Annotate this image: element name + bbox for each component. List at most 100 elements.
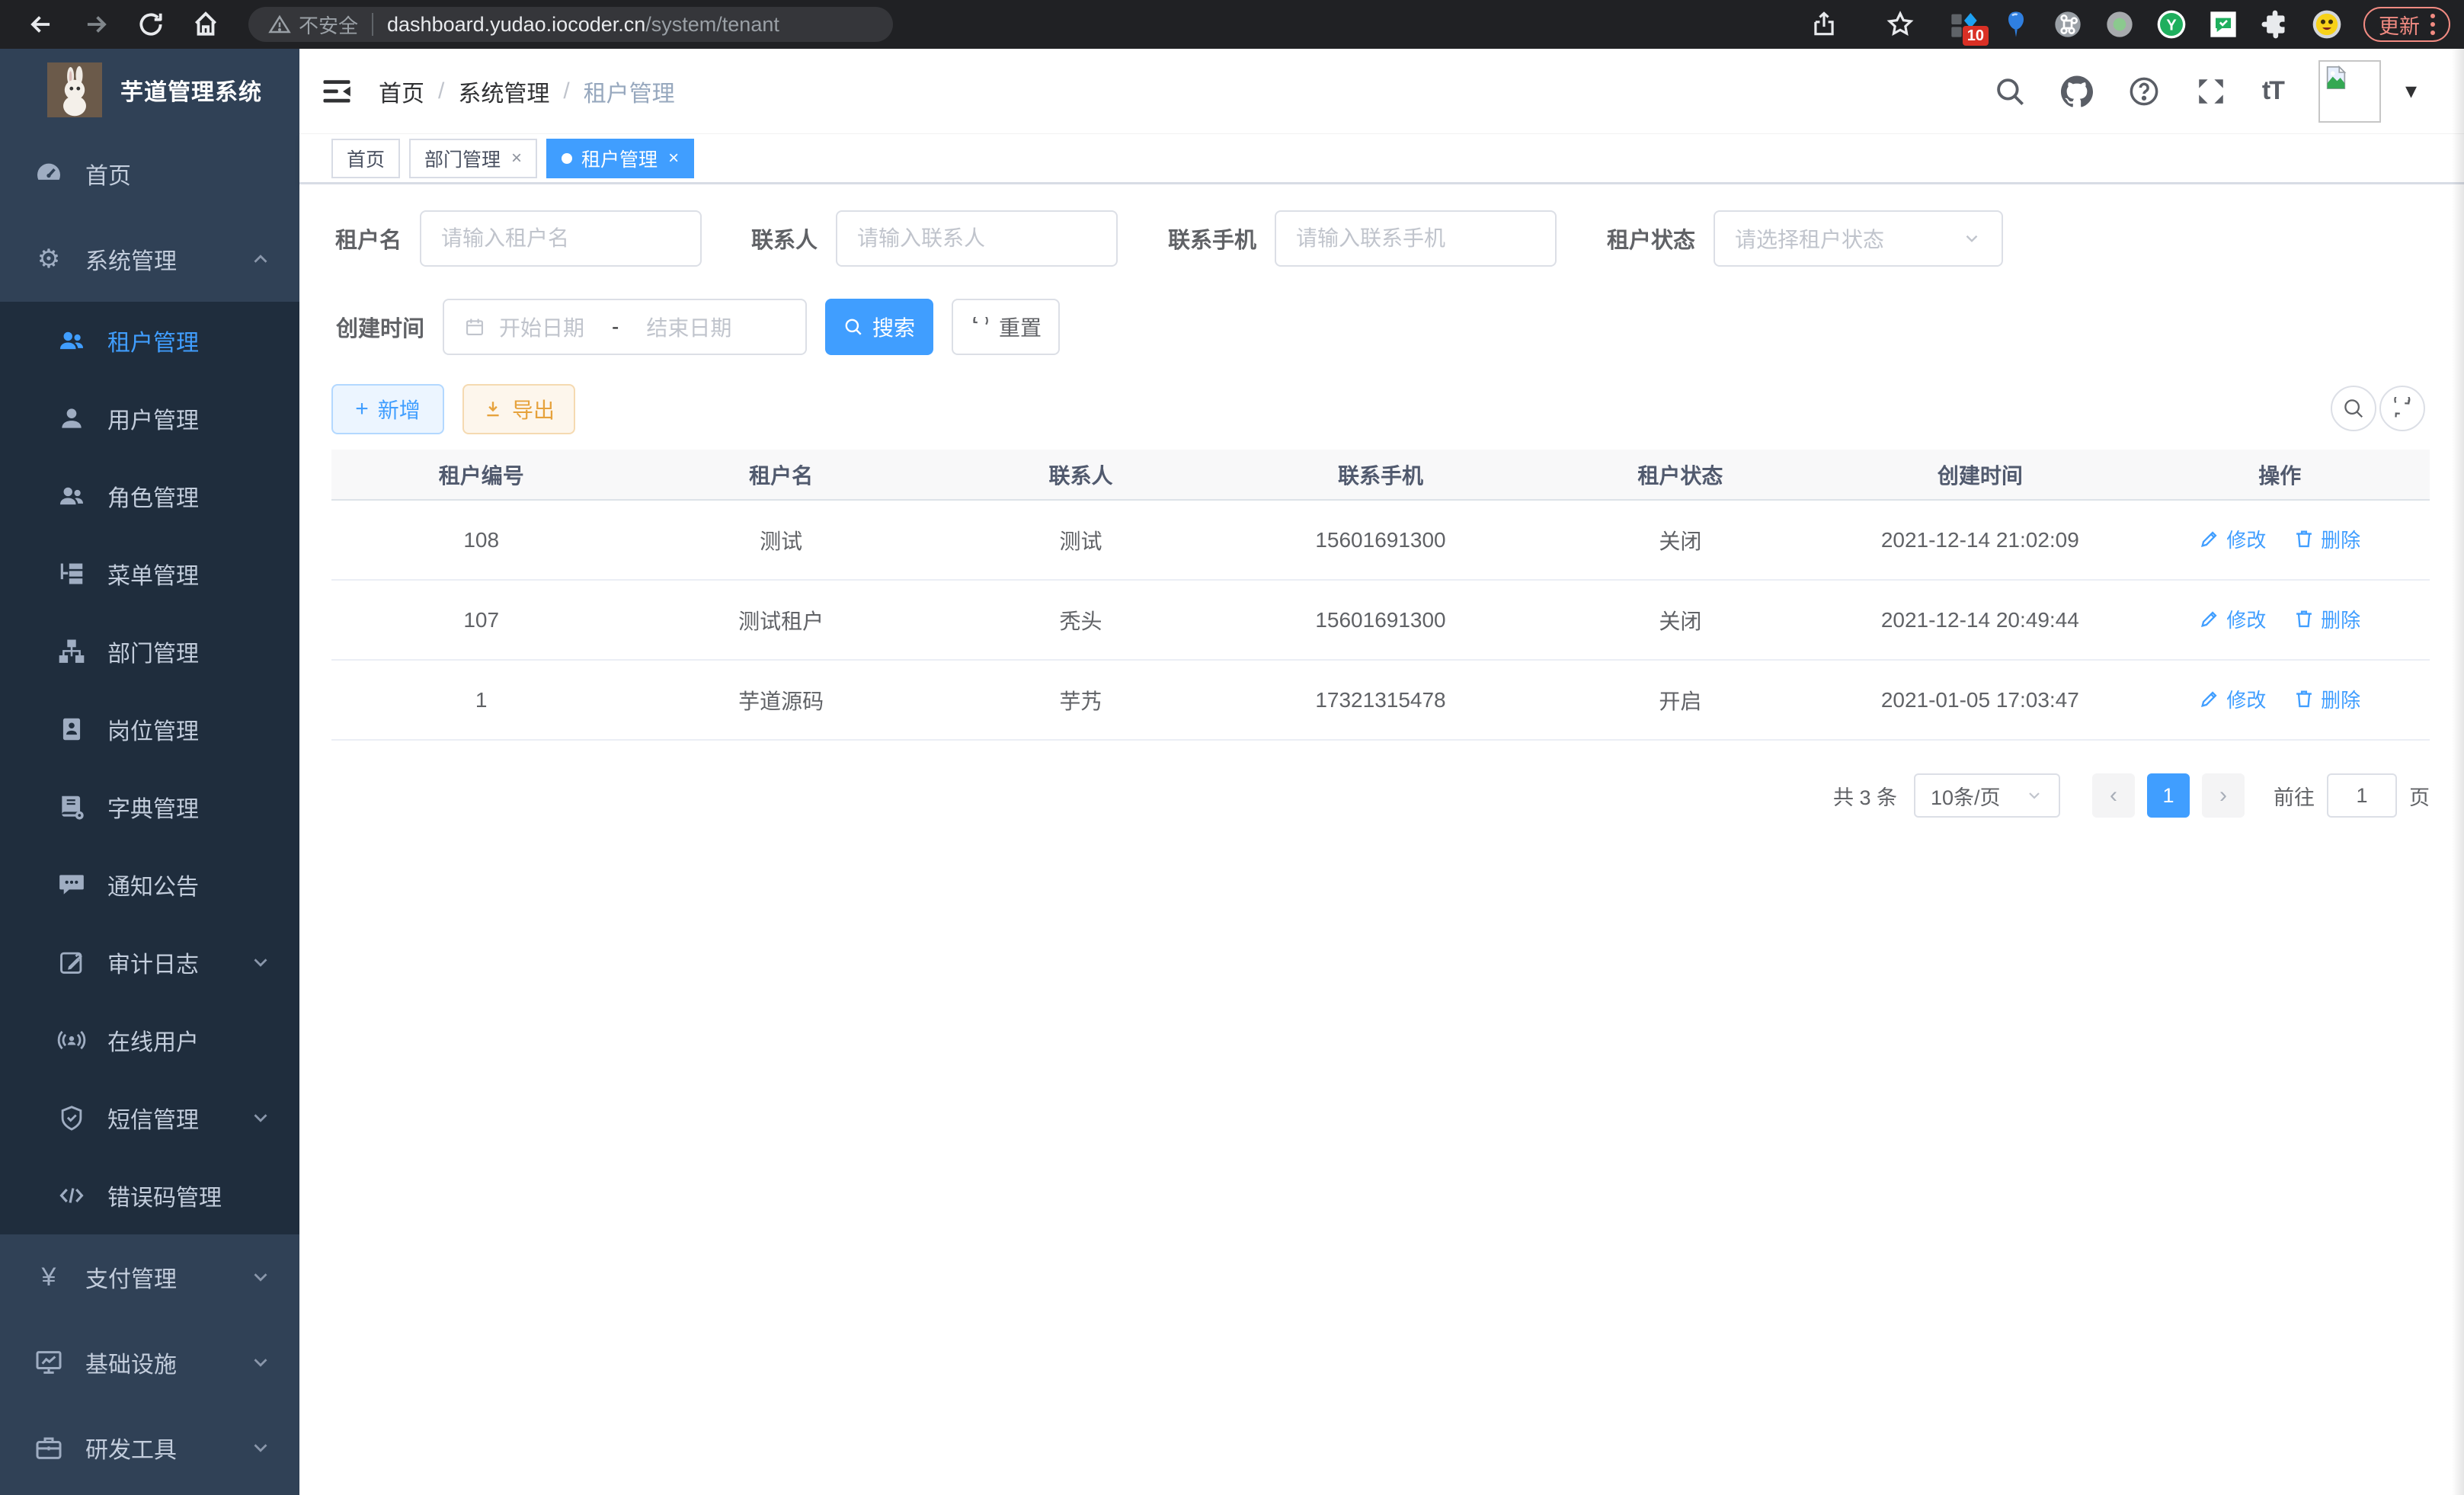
help-icon[interactable] bbox=[2128, 75, 2160, 107]
sidebar-item-role-mgmt[interactable]: 角色管理 bbox=[0, 457, 299, 535]
avatar[interactable] bbox=[2318, 60, 2381, 123]
next-page-button[interactable]: › bbox=[2202, 773, 2245, 818]
total-count: 共 3 条 bbox=[1833, 781, 1897, 811]
extension-icon[interactable]: 10 bbox=[1949, 9, 1979, 40]
sidebar-item-label: 菜单管理 bbox=[107, 557, 199, 591]
breadcrumb-home[interactable]: 首页 bbox=[379, 75, 424, 108]
edit-link[interactable]: 修改 bbox=[2199, 685, 2266, 713]
security-chip[interactable]: 不安全 bbox=[268, 11, 358, 39]
close-icon[interactable]: × bbox=[668, 148, 679, 169]
page-suffix: 页 bbox=[2409, 781, 2430, 811]
sidebar-item-home[interactable]: 首页 bbox=[0, 131, 299, 216]
edit-link[interactable]: 修改 bbox=[2199, 605, 2266, 633]
search-button[interactable]: 搜索 bbox=[825, 299, 933, 355]
sidebar-item-infra[interactable]: 基础设施 bbox=[0, 1320, 299, 1405]
page-size-select[interactable]: 10条/页 bbox=[1914, 773, 2060, 818]
extension-icon[interactable] bbox=[2001, 9, 2031, 40]
avatar-dropdown-caret[interactable]: ▾ bbox=[2405, 78, 2417, 104]
chevron-up-icon bbox=[249, 248, 272, 271]
sidebar-item-audit-log[interactable]: 审计日志 bbox=[0, 924, 299, 1001]
main-content: 租户名 联系人 联系手机 租户状态 请选择租户状态 创建时间 开始日期 - 结束… bbox=[299, 184, 2464, 1495]
bookmark-star-icon[interactable] bbox=[1886, 10, 1915, 39]
extension-icon[interactable] bbox=[2104, 9, 2135, 40]
contact-label: 联系人 bbox=[747, 222, 818, 255]
table-search-toggle-button[interactable] bbox=[2331, 386, 2376, 431]
sidebar-collapse-icon[interactable] bbox=[321, 75, 353, 107]
page-1-button[interactable]: 1 bbox=[2147, 773, 2190, 818]
sidebar: 芋道管理系统 首页 ⚙ 系统管理 租户管理 用户管理 角色管理 bbox=[0, 49, 299, 1495]
share-icon[interactable] bbox=[1810, 10, 1838, 39]
prev-page-button[interactable]: ‹ bbox=[2092, 773, 2135, 818]
browser-home-icon[interactable] bbox=[191, 10, 220, 39]
contact-input[interactable] bbox=[836, 210, 1118, 267]
breadcrumb-current: 租户管理 bbox=[584, 75, 675, 108]
tab-tenant-mgmt[interactable]: 租户管理 × bbox=[546, 139, 694, 178]
sidebar-item-tenant-mgmt[interactable]: 租户管理 bbox=[0, 302, 299, 379]
sidebar-item-payment[interactable]: ¥ 支付管理 bbox=[0, 1234, 299, 1320]
font-size-icon[interactable]: tT bbox=[2262, 76, 2283, 106]
gear-icon: ⚙ bbox=[34, 244, 64, 274]
extension-icon[interactable] bbox=[2312, 9, 2342, 40]
add-button[interactable]: + 新增 bbox=[331, 384, 444, 434]
system-submenu: 租户管理 用户管理 角色管理 菜单管理 部门管理 岗位管理 bbox=[0, 302, 299, 1234]
extension-icon[interactable] bbox=[2053, 9, 2083, 40]
goto-page-input[interactable] bbox=[2327, 773, 2397, 818]
address-bar[interactable]: 不安全 dashboard.yudao.iocoder.cn/system/te… bbox=[248, 7, 893, 42]
browser-menu-icon[interactable] bbox=[2430, 14, 2435, 35]
sidebar-item-dept-mgmt[interactable]: 部门管理 bbox=[0, 613, 299, 690]
export-button[interactable]: 导出 bbox=[462, 384, 575, 434]
breadcrumb-system[interactable]: 系统管理 bbox=[458, 75, 549, 108]
browser-forward-icon[interactable] bbox=[82, 10, 110, 39]
fullscreen-icon[interactable] bbox=[2195, 75, 2227, 107]
sidebar-item-dict-mgmt[interactable]: 字典管理 bbox=[0, 768, 299, 846]
sidebar-item-error-code[interactable]: 错误码管理 bbox=[0, 1157, 299, 1234]
delete-link[interactable]: 删除 bbox=[2293, 605, 2360, 633]
phone-input[interactable] bbox=[1275, 210, 1557, 267]
reset-button[interactable]: 重置 bbox=[952, 299, 1060, 355]
github-icon[interactable] bbox=[2061, 75, 2093, 107]
app-logo[interactable]: 芋道管理系统 bbox=[0, 49, 299, 131]
sidebar-item-post-mgmt[interactable]: 岗位管理 bbox=[0, 690, 299, 768]
download-icon bbox=[483, 399, 503, 419]
delete-link[interactable]: 删除 bbox=[2293, 685, 2360, 713]
browser-reload-icon[interactable] bbox=[136, 10, 165, 39]
close-icon[interactable]: × bbox=[511, 148, 522, 169]
sidebar-item-notice[interactable]: 通知公告 bbox=[0, 846, 299, 924]
browser-update-button[interactable]: 更新 bbox=[2363, 7, 2450, 42]
status-select[interactable]: 请选择租户状态 bbox=[1714, 210, 2003, 267]
sidebar-item-menu-mgmt[interactable]: 菜单管理 bbox=[0, 535, 299, 613]
error-code-icon bbox=[57, 1181, 86, 1210]
calendar-icon bbox=[464, 316, 485, 338]
tenant-name-input[interactable] bbox=[420, 210, 702, 267]
sidebar-item-devtools[interactable]: 研发工具 bbox=[0, 1405, 299, 1490]
header-search-icon[interactable] bbox=[1994, 75, 2026, 107]
sidebar-item-sms-mgmt[interactable]: 短信管理 bbox=[0, 1079, 299, 1157]
broken-image-icon bbox=[2323, 65, 2349, 91]
trash-icon bbox=[2293, 608, 2315, 629]
col-tenant-id: 租户编号 bbox=[331, 450, 631, 500]
chevron-down-icon bbox=[249, 951, 272, 974]
dict-book-icon bbox=[57, 792, 86, 821]
trash-icon bbox=[2293, 528, 2315, 549]
delete-link[interactable]: 删除 bbox=[2293, 525, 2360, 553]
status-value: 开启 bbox=[1531, 660, 1830, 740]
browser-back-icon[interactable] bbox=[27, 10, 56, 39]
sidebar-item-user-mgmt[interactable]: 用户管理 bbox=[0, 379, 299, 457]
extension-icon[interactable] bbox=[2208, 9, 2238, 40]
sidebar-item-online-users[interactable]: 在线用户 bbox=[0, 1001, 299, 1079]
tab-home[interactable]: 首页 bbox=[331, 139, 400, 178]
sidebar-item-system[interactable]: ⚙ 系统管理 bbox=[0, 216, 299, 302]
app-header: 首页 / 系统管理 / 租户管理 tT ▾ bbox=[299, 49, 2464, 134]
devtools-briefcase-icon bbox=[34, 1433, 64, 1463]
extension-badge: 10 bbox=[1963, 26, 1989, 46]
date-range-picker[interactable]: 开始日期 - 结束日期 bbox=[443, 299, 807, 355]
sidebar-item-label: 支付管理 bbox=[85, 1260, 177, 1294]
org-icon bbox=[57, 637, 86, 666]
extension-icon[interactable]: Y bbox=[2156, 9, 2187, 40]
tab-dept-mgmt[interactable]: 部门管理 × bbox=[409, 139, 537, 178]
edit-link[interactable]: 修改 bbox=[2199, 525, 2266, 553]
sidebar-item-label: 部门管理 bbox=[107, 635, 199, 668]
table-refresh-button[interactable] bbox=[2379, 386, 2425, 431]
chevron-down-icon bbox=[2025, 786, 2043, 805]
puzzle-extensions-icon[interactable] bbox=[2260, 9, 2290, 40]
